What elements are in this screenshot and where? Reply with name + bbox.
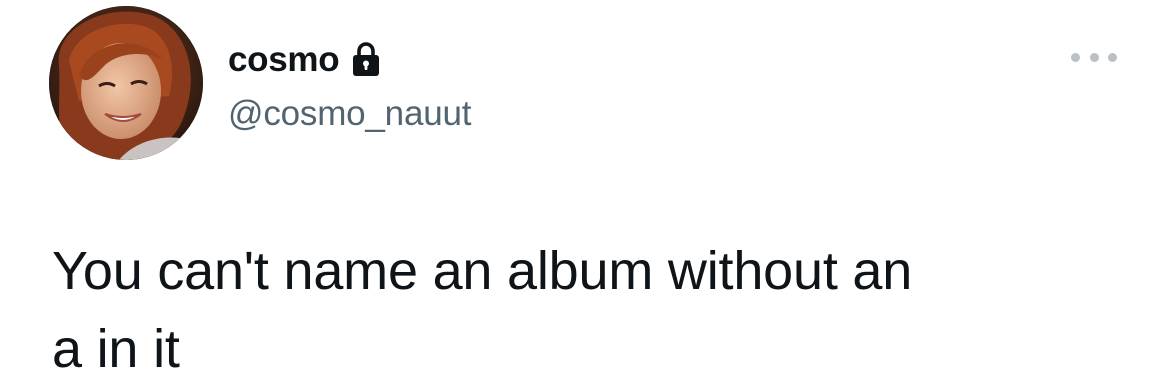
tweet-text: You can't name an album without an a in … — [52, 232, 1112, 388]
more-horizontal-icon[interactable] — [1071, 42, 1117, 72]
avatar[interactable] — [49, 6, 203, 160]
tweet-text-line-2: a in it — [52, 319, 180, 379]
user-handle[interactable]: @cosmo_nauut — [228, 92, 471, 136]
tweet-text-line-1: You can't name an album without an — [52, 241, 913, 301]
display-name-row: cosmo — [228, 38, 381, 82]
more-dot — [1071, 52, 1080, 62]
avatar-photo — [49, 6, 203, 160]
more-dot — [1108, 52, 1117, 62]
lock-icon — [351, 41, 381, 77]
display-name[interactable]: cosmo — [228, 38, 340, 82]
tweet: cosmo @cosmo_nauut You can't name an alb… — [0, 0, 1169, 389]
more-dot — [1089, 52, 1099, 62]
